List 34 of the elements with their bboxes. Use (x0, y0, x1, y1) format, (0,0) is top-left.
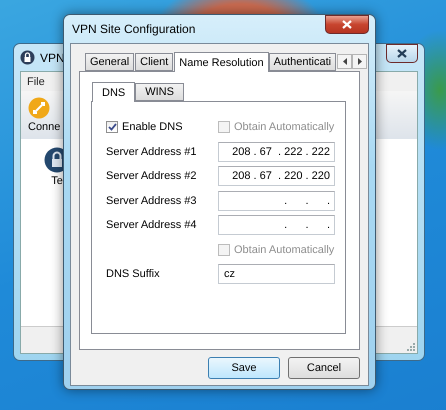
ip-address-field[interactable]: 208 . 67 . 222 . 222 (218, 142, 335, 162)
left-arrow-icon (342, 58, 347, 64)
lock-icon (20, 50, 35, 65)
tab[interactable]: DNS (92, 82, 136, 102)
toolbar-label: Conne (28, 121, 60, 133)
window-title: VPN Site Configuration (72, 22, 196, 36)
input-field[interactable]: cz (218, 264, 335, 284)
scroll-left-button[interactable] (337, 54, 352, 68)
field-label: Server Address #1 (106, 146, 198, 158)
tab[interactable]: Name Resolution (174, 52, 269, 72)
resize-grip-icon[interactable] (406, 342, 415, 351)
close-button[interactable] (386, 44, 418, 63)
tab[interactable]: Authenticati (268, 53, 336, 71)
close-button[interactable] (325, 15, 369, 34)
tab[interactable]: General (85, 53, 134, 71)
ip-address-field[interactable]: . . . (218, 215, 335, 236)
save-button[interactable]: Save (208, 357, 280, 379)
close-icon (397, 49, 407, 58)
right-arrow-icon (358, 58, 362, 64)
checkbox[interactable]: Enable DNS (106, 121, 218, 134)
field-label: DNS Suffix (106, 268, 161, 280)
tab[interactable]: Client (135, 53, 174, 71)
menu-item[interactable]: File (27, 76, 45, 88)
close-icon (342, 20, 352, 29)
ip-address-field[interactable]: 208 . 67 . 220 . 220 (218, 166, 335, 186)
ip-address-field[interactable]: . . . (218, 190, 335, 211)
item-label: Te (51, 175, 63, 187)
cancel-button[interactable]: Cancel (288, 357, 360, 379)
scroll-right-button[interactable] (352, 54, 368, 68)
field-label: Server Address #4 (106, 219, 198, 232)
field-label: Server Address #2 (106, 170, 198, 182)
field-label: Server Address #3 (106, 194, 198, 207)
tab[interactable]: WINS (135, 83, 184, 101)
check-icon (108, 123, 116, 132)
